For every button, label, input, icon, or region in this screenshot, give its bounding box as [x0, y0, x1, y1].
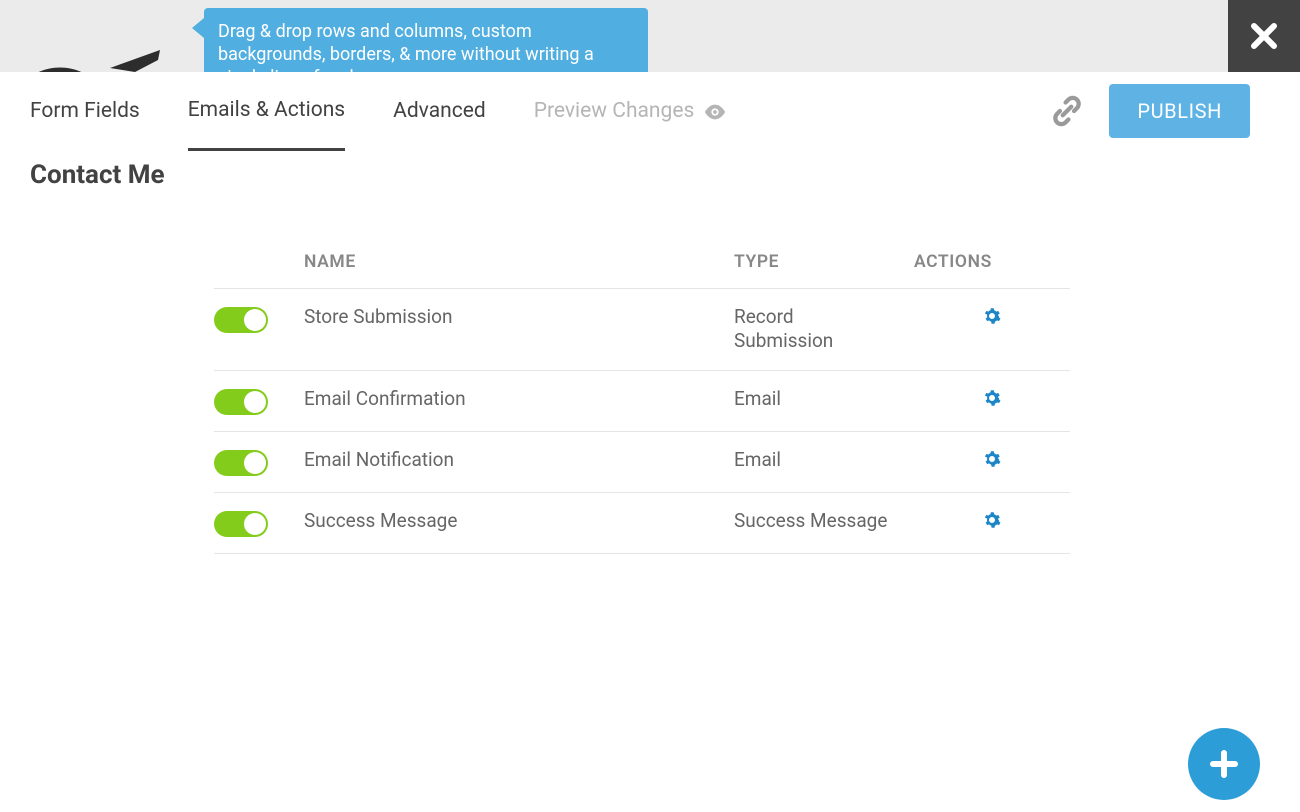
link-icon — [1050, 94, 1084, 128]
row-type: Record Submission — [734, 305, 894, 354]
tab-preview-changes[interactable]: Preview Changes — [534, 73, 727, 149]
settings-button[interactable] — [983, 450, 1001, 472]
toggle[interactable] — [214, 511, 268, 537]
gear-icon — [983, 450, 1001, 468]
toggle[interactable] — [214, 307, 268, 333]
tab-right-actions: PUBLISH — [1047, 72, 1250, 150]
col-actions: ACTIONS — [914, 252, 1070, 272]
settings-button[interactable] — [983, 389, 1001, 411]
actions-table: NAME TYPE ACTIONS Store Submission Recor… — [214, 252, 1070, 554]
plus-icon — [1209, 749, 1239, 779]
page-title: Contact Me — [0, 150, 1300, 190]
tab-form-fields[interactable]: Form Fields — [30, 73, 140, 149]
row-type: Email — [734, 387, 894, 411]
close-button[interactable] — [1228, 0, 1300, 72]
toggle[interactable] — [214, 389, 268, 415]
table-header: NAME TYPE ACTIONS — [214, 252, 1070, 288]
publish-button[interactable]: PUBLISH — [1109, 84, 1250, 138]
tab-row: Form Fields Emails & Actions Advanced Pr… — [0, 72, 1300, 150]
row-name: Email Confirmation — [304, 387, 734, 410]
eye-icon — [704, 104, 726, 120]
row-type: Success Message — [734, 509, 894, 533]
add-action-fab[interactable] — [1188, 728, 1260, 800]
close-icon — [1249, 21, 1279, 51]
ninja-logo — [0, 0, 200, 72]
gear-icon — [983, 511, 1001, 529]
row-type: Email — [734, 448, 894, 472]
gear-icon — [983, 389, 1001, 407]
table-row: Store Submission Record Submission — [214, 288, 1070, 370]
toggle[interactable] — [214, 450, 268, 476]
row-name: Store Submission — [304, 305, 734, 328]
tab-preview-changes-label: Preview Changes — [534, 99, 695, 123]
table-row: Email Confirmation Email — [214, 370, 1070, 431]
col-name: NAME — [304, 252, 734, 272]
row-name: Success Message — [304, 509, 734, 532]
table-row: Success Message Success Message — [214, 492, 1070, 554]
row-name: Email Notification — [304, 448, 734, 471]
topbar: Drag & drop rows and columns, custom bac… — [0, 0, 1300, 72]
tab-emails-actions[interactable]: Emails & Actions — [188, 72, 345, 151]
gear-icon — [983, 307, 1001, 325]
settings-button[interactable] — [983, 511, 1001, 533]
link-button[interactable] — [1047, 91, 1087, 131]
col-type: TYPE — [734, 252, 914, 272]
tab-advanced[interactable]: Advanced — [393, 73, 486, 149]
table-row: Email Notification Email — [214, 431, 1070, 492]
settings-button[interactable] — [983, 307, 1001, 329]
